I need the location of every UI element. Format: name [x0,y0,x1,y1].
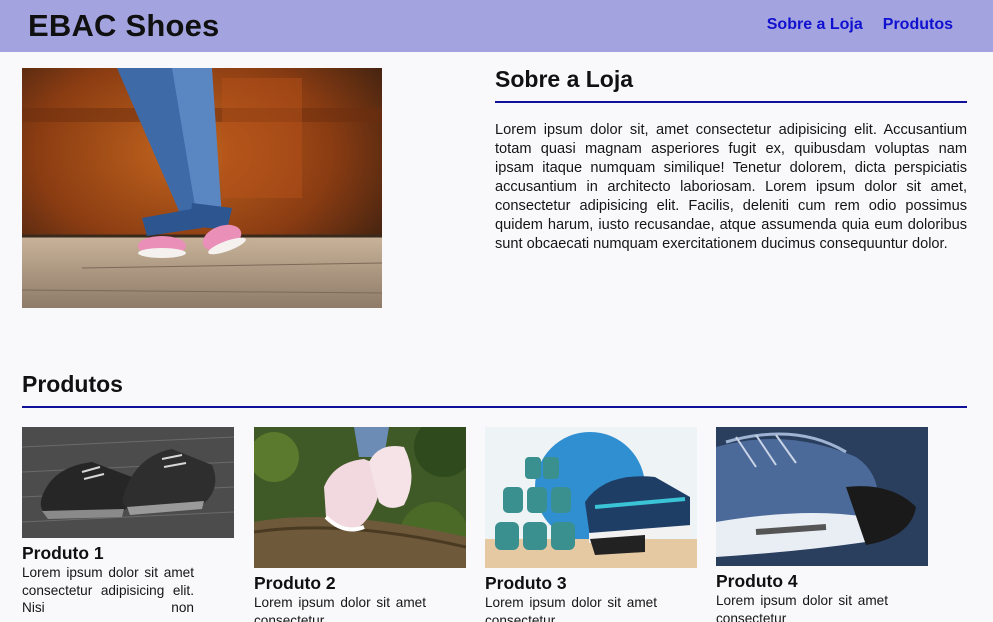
product-image-3[interactable] [485,427,697,568]
site-header: EBAC Shoes Sobre a Loja Produtos [0,0,993,52]
product-desc-1: Lorem ipsum dolor sit amet consectetur a… [22,565,194,615]
product-card-3[interactable]: Produto 3 Lorem ipsum dolor sit amet con… [485,427,697,622]
product-card-4[interactable]: Produto 4 Lorem ipsum dolor sit amet con… [716,427,928,622]
product-name-2: Produto 2 [254,573,336,593]
product-image-2[interactable] [254,427,466,568]
product-image-4[interactable] [716,427,928,566]
nav-link-produtos[interactable]: Produtos [883,16,953,34]
product-desc-4: Lorem ipsum dolor sit amet consectetur [716,593,888,622]
about-title: Sobre a Loja [495,66,967,103]
product-image-1[interactable] [22,427,234,538]
main-nav: Sobre a Loja Produtos [767,16,953,34]
produtos-title: Produtos [22,371,967,408]
product-desc-2: Lorem ipsum dolor sit amet consectetur [254,595,426,622]
product-card-1[interactable]: Produto 1 Lorem ipsum dolor sit amet con… [22,427,234,617]
product-desc-3: Lorem ipsum dolor sit amet consectetur [485,595,657,622]
hero-image [22,68,382,308]
product-name-3: Produto 3 [485,573,567,593]
product-name-1: Produto 1 [22,543,104,563]
about-section: Sobre a Loja Lorem ipsum dolor sit, amet… [495,66,967,254]
about-text: Lorem ipsum dolor sit, amet consectetur … [495,122,967,252]
nav-link-sobre[interactable]: Sobre a Loja [767,16,863,34]
brand-logo[interactable]: EBAC Shoes [28,8,219,44]
product-name-4: Produto 4 [716,571,798,591]
product-card-2[interactable]: Produto 2 Lorem ipsum dolor sit amet con… [254,427,466,622]
